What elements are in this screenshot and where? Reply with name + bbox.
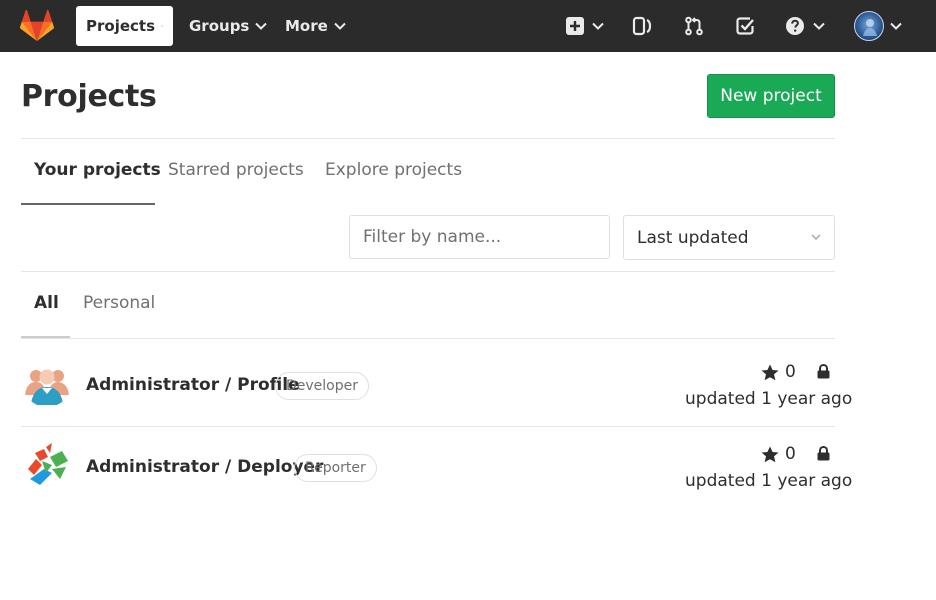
chevron-down-icon xyxy=(334,22,346,30)
tab-your-projects[interactable]: Your projects xyxy=(34,160,161,180)
todos-button[interactable] xyxy=(735,13,755,39)
chevron-down-icon xyxy=(811,234,821,241)
new-project-button[interactable]: New project xyxy=(707,74,835,118)
star-icon xyxy=(761,446,779,462)
deployer-logo-avatar-icon xyxy=(22,439,72,489)
tab-explore-projects[interactable]: Explore projects xyxy=(325,160,462,180)
sort-dropdown[interactable]: Last updated xyxy=(623,215,835,260)
gitlab-logo-icon[interactable] xyxy=(20,10,54,42)
star-count[interactable]: 0 xyxy=(761,444,796,464)
project-name-link[interactable]: Administrator / Deployer xyxy=(86,457,323,477)
role-badge: Developer xyxy=(275,372,370,400)
help-icon xyxy=(786,17,804,35)
divider xyxy=(21,338,835,339)
nav-projects-label: Projects xyxy=(86,17,156,35)
sort-selected-value: Last updated xyxy=(637,227,749,248)
filter-by-name-input[interactable]: Filter by name... xyxy=(349,215,610,259)
filter-placeholder: Filter by name... xyxy=(363,227,502,247)
merge-requests-button[interactable] xyxy=(684,13,704,39)
help-dropdown[interactable] xyxy=(785,13,825,39)
star-count-value: 0 xyxy=(785,444,796,464)
lock-icon xyxy=(817,364,830,379)
subtab-personal[interactable]: Personal xyxy=(83,293,155,313)
people-group-avatar-icon xyxy=(22,357,72,407)
nav-groups-dropdown[interactable]: Groups xyxy=(179,6,277,46)
updated-timestamp: updated 1 year ago xyxy=(685,389,853,409)
role-badge: Reporter xyxy=(294,454,377,482)
todo-check-icon xyxy=(736,17,754,35)
user-avatar[interactable] xyxy=(854,11,884,41)
chevron-down-icon xyxy=(813,22,825,30)
plus-square-icon xyxy=(566,17,584,35)
subtab-all[interactable]: All xyxy=(34,293,59,313)
star-count[interactable]: 0 xyxy=(761,362,796,382)
chevron-down-icon xyxy=(161,25,163,27)
project-avatar[interactable] xyxy=(22,439,72,489)
tab-starred-projects[interactable]: Starred projects xyxy=(168,160,304,180)
issues-icon xyxy=(632,16,652,36)
divider xyxy=(21,138,835,139)
star-icon xyxy=(761,364,779,380)
top-navbar: Projects Groups More xyxy=(0,0,936,52)
new-item-dropdown[interactable] xyxy=(566,13,604,39)
project-name-link[interactable]: Administrator / Profile xyxy=(86,375,300,395)
chevron-down-icon xyxy=(890,22,902,30)
nav-more-dropdown[interactable]: More xyxy=(275,6,356,46)
nav-projects-dropdown[interactable]: Projects xyxy=(76,6,173,46)
chevron-down-icon xyxy=(592,22,604,30)
star-count-value: 0 xyxy=(785,362,796,382)
issues-button[interactable] xyxy=(632,13,652,39)
chevron-down-icon xyxy=(255,22,268,30)
user-avatar-image-icon xyxy=(863,19,877,36)
page-title: Projects xyxy=(21,79,157,114)
divider xyxy=(21,271,835,272)
project-avatar[interactable] xyxy=(22,357,72,407)
user-menu-chevron[interactable] xyxy=(890,13,902,39)
nav-more-label: More xyxy=(285,17,328,35)
nav-groups-label: Groups xyxy=(189,17,250,35)
divider xyxy=(21,426,835,427)
merge-request-icon xyxy=(685,16,703,36)
updated-timestamp: updated 1 year ago xyxy=(685,471,853,491)
lock-icon xyxy=(817,446,830,461)
active-tab-indicator xyxy=(21,203,155,205)
